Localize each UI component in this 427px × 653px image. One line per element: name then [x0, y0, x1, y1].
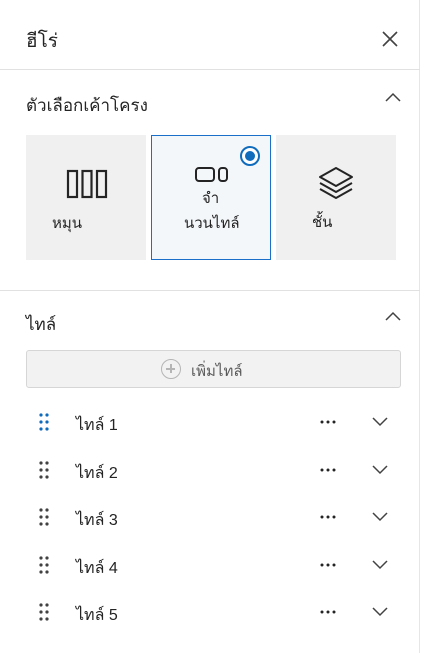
add-circle-icon — [161, 359, 181, 379]
layout-option-label: หมุน — [52, 215, 83, 232]
tile-name: ไทล์ 3 — [76, 512, 118, 529]
tile-name: ไทล์ 1 — [76, 417, 118, 434]
more-options-icon[interactable] — [318, 556, 338, 574]
chevron-down-icon[interactable] — [371, 510, 389, 522]
drag-handle-icon[interactable] — [38, 555, 50, 575]
layout-option-label-line1: จำ — [202, 190, 220, 207]
selected-radio-icon — [240, 146, 260, 166]
tile-name: ไทล์ 2 — [76, 465, 118, 482]
tiles-icon — [195, 167, 228, 182]
more-options-icon[interactable] — [318, 508, 338, 526]
layout-option-label: ชั้น — [312, 214, 333, 231]
chevron-down-icon[interactable] — [371, 463, 389, 475]
collapse-layout-chevron-up-icon[interactable] — [384, 91, 402, 103]
tile-row[interactable]: ไทล์ 3 — [26, 497, 401, 537]
panel-title: ฮีโร่ — [26, 31, 59, 52]
more-options-icon[interactable] — [318, 461, 338, 479]
layout-option-label-line2: นวนไทล์ — [184, 215, 240, 232]
more-options-icon[interactable] — [318, 603, 338, 621]
layers-icon — [319, 167, 353, 199]
tile-row[interactable]: ไทล์ 2 — [26, 450, 401, 490]
more-options-icon[interactable] — [318, 413, 338, 431]
drag-handle-icon[interactable] — [38, 602, 50, 622]
layout-section-title: ตัวเลือกเค้าโครง — [26, 96, 148, 115]
chevron-down-icon[interactable] — [371, 558, 389, 570]
close-icon[interactable] — [379, 28, 401, 50]
tile-name: ไทล์ 4 — [76, 560, 118, 577]
tile-row[interactable]: ไทล์ 4 — [26, 545, 401, 585]
chevron-down-icon[interactable] — [371, 415, 389, 427]
columns-icon — [66, 169, 108, 199]
tile-row[interactable]: ไทล์ 5 — [26, 592, 401, 632]
layout-option-layers[interactable]: ชั้น — [276, 135, 396, 260]
window-scrollbar[interactable] — [420, 0, 427, 653]
drag-handle-icon[interactable] — [38, 507, 50, 527]
collapse-tiles-chevron-up-icon[interactable] — [384, 310, 402, 322]
tile-name: ไทล์ 5 — [76, 607, 118, 624]
tiles-section-title: ไทล์ — [26, 315, 57, 334]
tile-row[interactable]: ไทล์ 1 — [26, 402, 401, 442]
drag-handle-icon[interactable] — [38, 412, 50, 432]
panel-header: ฮีโร่ — [0, 0, 420, 70]
drag-handle-icon[interactable] — [38, 460, 50, 480]
layout-option-carousel[interactable]: หมุน — [26, 135, 146, 260]
add-tile-button[interactable]: เพิ่มไทล์ — [26, 350, 401, 388]
layout-option-tiles[interactable]: จำ นวนไทล์ — [151, 135, 271, 260]
chevron-down-icon[interactable] — [371, 605, 389, 617]
hero-settings-panel: ฮีโร่ ตัวเลือกเค้าโครง หมุน จำ นวนไทล์ ช… — [0, 0, 420, 653]
add-tile-label: เพิ่มไทล์ — [191, 363, 243, 380]
section-divider — [0, 290, 420, 291]
